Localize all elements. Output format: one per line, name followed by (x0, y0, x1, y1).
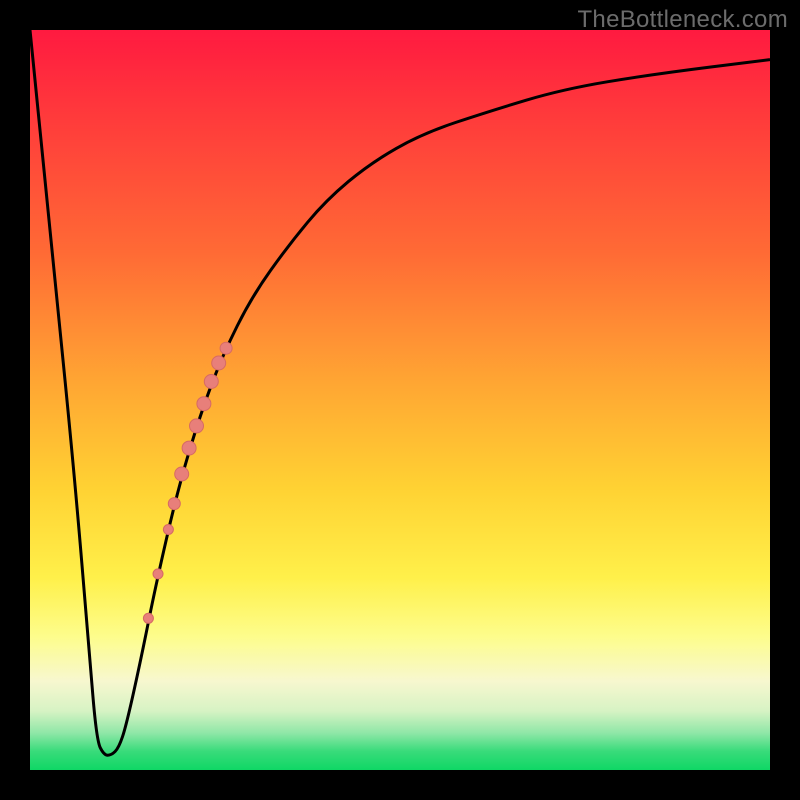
curve-marker (212, 356, 226, 370)
plot-area (30, 30, 770, 770)
curve-marker (143, 613, 153, 623)
curve-marker (204, 375, 218, 389)
chart-frame: TheBottleneck.com (0, 0, 800, 800)
curve-layer (30, 30, 770, 770)
bottleneck-curve (30, 30, 770, 755)
curve-marker (163, 525, 173, 535)
curve-marker (153, 569, 163, 579)
curve-marker (197, 397, 211, 411)
curve-marker (182, 441, 196, 455)
curve-marker (175, 467, 189, 481)
curve-marker (168, 498, 180, 510)
watermark-text: TheBottleneck.com (577, 6, 788, 34)
curve-marker (220, 342, 232, 354)
curve-marker (190, 419, 204, 433)
